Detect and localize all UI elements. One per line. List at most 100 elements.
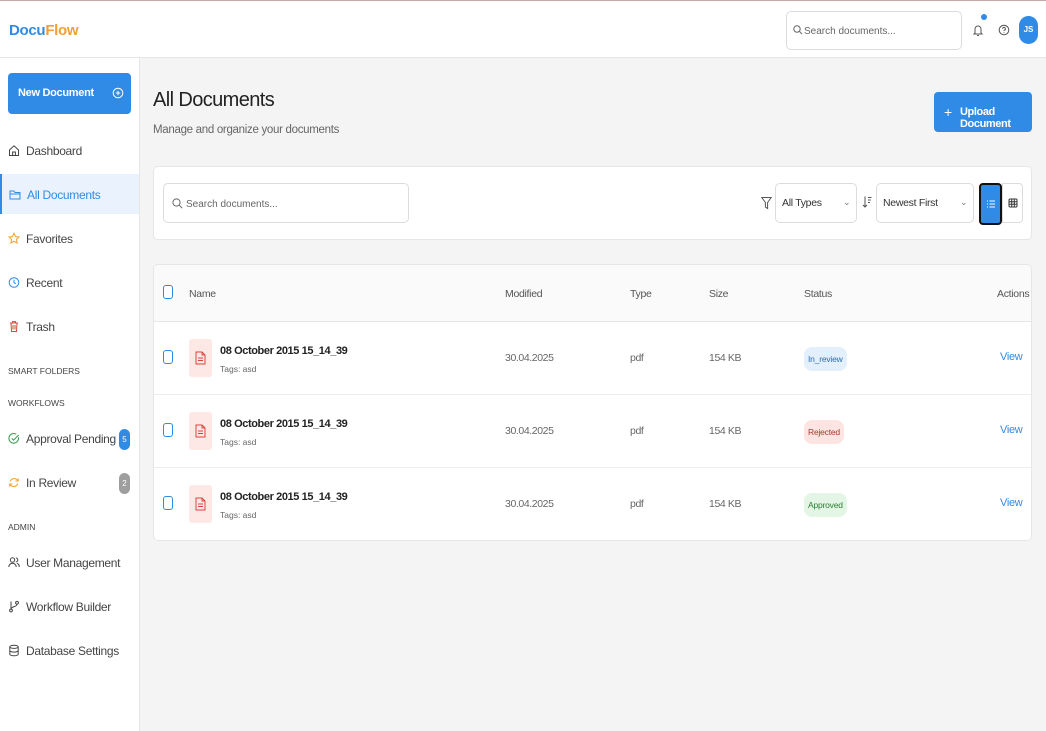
row-checkbox[interactable]	[163, 350, 173, 364]
sort-select[interactable]: Newest First ⌄	[876, 183, 974, 223]
search-icon	[793, 25, 803, 35]
user-avatar[interactable]: JS	[1019, 16, 1038, 44]
header-search[interactable]	[786, 11, 962, 50]
document-search-input[interactable]	[186, 197, 396, 211]
header-search-input[interactable]	[804, 23, 954, 39]
trash-icon	[10, 321, 18, 332]
notification-dot	[981, 14, 987, 20]
file-pdf-icon	[189, 485, 212, 523]
sidebar-item-workflow-builder[interactable]: Workflow Builder	[0, 586, 139, 626]
table-row[interactable]: 08 October 2015 15_14_39 Tags: asd 30.04…	[154, 322, 1031, 395]
document-type: pdf	[630, 425, 644, 437]
document-tags: Tags: asd	[220, 364, 257, 374]
document-size: 154 KB	[709, 498, 742, 510]
new-document-button[interactable]: New Document	[8, 73, 131, 114]
sidebar-item-label: Approval Pending	[26, 432, 116, 446]
section-smart-folders: SMART FOLDERS	[8, 366, 80, 376]
view-link[interactable]: View	[1000, 424, 1023, 436]
filter-bar: All Types ⌄ Newest First ⌄	[153, 166, 1032, 240]
sidebar-item-user-management[interactable]: User Management	[0, 542, 139, 582]
sidebar-item-dashboard[interactable]: Dashboard	[0, 130, 139, 170]
type-filter-value: All Types	[782, 197, 822, 209]
count-badge: 2	[119, 473, 130, 494]
sidebar-item-all-documents[interactable]: All Documents	[0, 174, 139, 214]
status-badge: Approved	[804, 493, 847, 517]
document-modified: 30.04.2025	[505, 352, 554, 364]
bell-icon[interactable]	[971, 22, 985, 38]
select-all-checkbox[interactable]	[163, 285, 173, 299]
row-checkbox[interactable]	[163, 496, 173, 510]
home-icon	[9, 145, 19, 156]
column-header-type[interactable]: Type	[630, 288, 652, 300]
column-header-size[interactable]: Size	[709, 288, 729, 300]
sort-icon[interactable]	[862, 195, 872, 209]
view-link[interactable]: View	[1000, 351, 1023, 363]
upload-document-label: Upload Document	[960, 106, 1011, 130]
logo-text-primary: Docu	[9, 22, 46, 39]
section-workflows: WORKFLOWS	[8, 398, 65, 408]
sidebar-item-label: Dashboard	[26, 144, 83, 158]
help-icon[interactable]	[998, 24, 1010, 36]
chevron-down-icon: ⌄	[843, 197, 851, 207]
table-row[interactable]: 08 October 2015 15_14_39 Tags: asd 30.04…	[154, 468, 1031, 540]
view-link[interactable]: View	[1000, 497, 1023, 509]
sidebar-item-label: User Management	[26, 556, 121, 570]
sidebar-item-label: Workflow Builder	[26, 600, 112, 614]
count-badge: 5	[119, 429, 130, 450]
documents-table: Name Modified Type Size Status Actions 0…	[153, 264, 1032, 541]
column-header-name[interactable]: Name	[189, 288, 216, 300]
check-circle-icon	[8, 433, 19, 444]
status-badge: Rejected	[804, 420, 844, 444]
status-badge: In_review	[804, 347, 847, 371]
sidebar-item-label: In Review	[26, 476, 76, 490]
sidebar-item-trash[interactable]: Trash	[0, 306, 139, 346]
search-icon	[172, 198, 183, 209]
page-subtitle: Manage and organize your documents	[153, 124, 340, 136]
sort-value: Newest First	[883, 197, 938, 209]
document-type: pdf	[630, 498, 644, 510]
sidebar-item-favorites[interactable]: Favorites	[0, 218, 139, 258]
list-view-button[interactable]	[979, 183, 1002, 225]
document-name[interactable]: 08 October 2015 15_14_39	[220, 491, 348, 503]
chevron-down-icon: ⌄	[960, 197, 968, 207]
column-header-modified[interactable]: Modified	[505, 288, 543, 300]
page-title: All Documents	[153, 89, 275, 111]
column-header-status[interactable]: Status	[804, 288, 832, 300]
sidebar-item-in-review[interactable]: In Review 2	[0, 462, 139, 502]
type-filter-select[interactable]: All Types ⌄	[775, 183, 857, 223]
document-tags: Tags: asd	[220, 437, 257, 447]
list-icon	[987, 200, 995, 208]
sidebar-item-database-settings[interactable]: Database Settings	[0, 630, 139, 670]
sidebar-item-label: Database Settings	[26, 644, 119, 658]
document-name[interactable]: 08 October 2015 15_14_39	[220, 418, 348, 430]
upload-document-button[interactable]: + Upload Document	[934, 92, 1032, 132]
sidebar-item-label: All Documents	[27, 188, 101, 202]
sidebar-item-label: Favorites	[26, 232, 73, 246]
database-icon	[9, 644, 19, 657]
top-bar: DocuFlow JS	[0, 0, 1046, 58]
sidebar-item-recent[interactable]: Recent	[0, 262, 139, 302]
refresh-icon	[9, 478, 19, 487]
app-logo[interactable]: DocuFlow	[9, 22, 79, 39]
grid-icon	[1008, 198, 1018, 208]
document-size: 154 KB	[709, 425, 742, 437]
star-icon	[8, 232, 20, 244]
document-search[interactable]	[163, 183, 409, 223]
document-modified: 30.04.2025	[505, 425, 554, 437]
plus-icon: +	[944, 104, 953, 120]
table-row[interactable]: 08 October 2015 15_14_39 Tags: asd 30.04…	[154, 395, 1031, 468]
sidebar: New Document Dashboard All Documents Fav…	[0, 58, 140, 731]
file-pdf-icon	[189, 339, 212, 377]
folder-icon	[9, 190, 21, 200]
document-size: 154 KB	[709, 352, 742, 364]
grid-view-button[interactable]	[1002, 183, 1023, 223]
logo-text-accent: Flow	[45, 22, 79, 39]
plus-circle-icon	[112, 87, 124, 99]
document-modified: 30.04.2025	[505, 498, 554, 510]
sidebar-item-approval-pending[interactable]: Approval Pending 5	[0, 418, 139, 458]
new-document-label: New Document	[18, 87, 94, 99]
table-header: Name Modified Type Size Status Actions	[154, 265, 1031, 322]
document-name[interactable]: 08 October 2015 15_14_39	[220, 345, 348, 357]
row-checkbox[interactable]	[163, 423, 173, 437]
clock-icon	[8, 277, 20, 288]
